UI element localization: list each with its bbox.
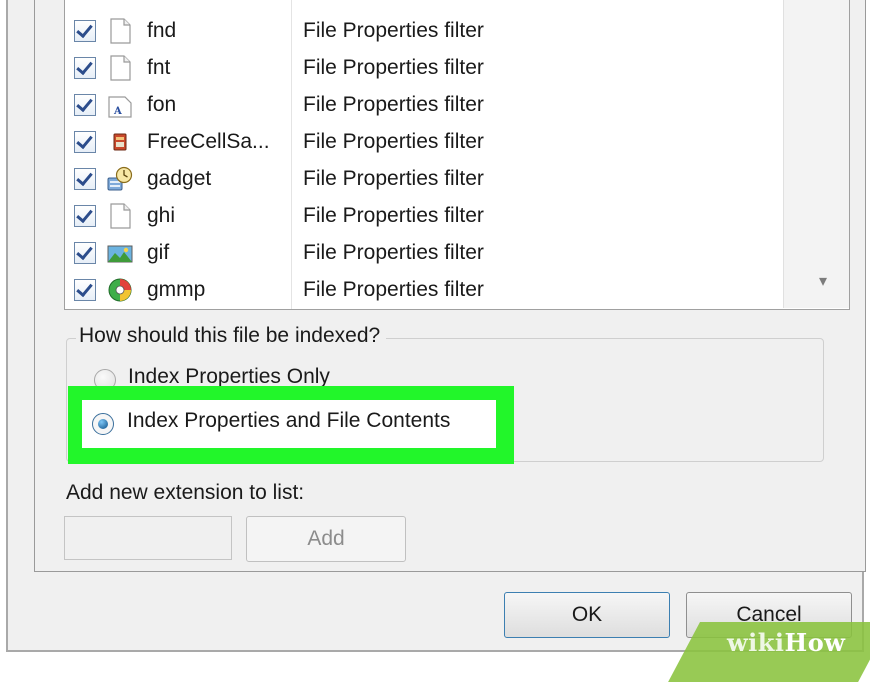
checkbox[interactable] xyxy=(74,57,96,79)
font-file-icon: A xyxy=(108,96,132,118)
watermark-part-1: wiki xyxy=(727,628,785,657)
svg-text:A: A xyxy=(113,106,122,117)
checkbox[interactable] xyxy=(74,205,96,227)
blank-file-icon xyxy=(110,18,131,44)
radio-properties-and-contents-label: Index Properties and File Contents xyxy=(127,409,451,432)
list-item[interactable]: FreeCellSa... File Properties filter xyxy=(65,123,785,160)
checkbox[interactable] xyxy=(74,242,96,264)
filter-label: File Properties filter xyxy=(303,19,484,42)
extension-label: FreeCellSa... xyxy=(147,130,270,153)
extension-label: ghi xyxy=(147,204,176,227)
filter-label: File Properties filter xyxy=(303,130,484,153)
checkbox[interactable] xyxy=(74,131,96,153)
list-item[interactable]: fnt File Properties filter xyxy=(65,49,785,86)
list-item[interactable]: gadget File Properties filter xyxy=(65,160,785,197)
filter-label: File Properties filter xyxy=(303,204,484,227)
ok-button[interactable]: OK xyxy=(504,592,670,638)
radio-properties-and-contents[interactable] xyxy=(92,413,114,435)
file-type-list[interactable]: ▾ fnd File Properties filter fnt File Pr… xyxy=(64,0,850,310)
extension-label: fon xyxy=(147,93,177,116)
filter-label: File Properties filter xyxy=(303,241,484,264)
extension-label: gadget xyxy=(147,167,212,190)
checkbox[interactable] xyxy=(74,94,96,116)
freecell-save-icon xyxy=(113,133,127,151)
blank-file-icon xyxy=(110,55,131,81)
list-item[interactable]: A fon File Properties filter xyxy=(65,86,785,123)
gif-image-icon xyxy=(107,245,133,263)
filter-label: File Properties filter xyxy=(303,167,484,190)
list-item[interactable]: fnd File Properties filter xyxy=(65,12,785,49)
add-button[interactable]: Add xyxy=(246,516,406,562)
wikihow-watermark: wikiHow xyxy=(727,628,845,657)
checkbox[interactable] xyxy=(74,279,96,301)
extension-label: fnd xyxy=(147,19,177,42)
add-extension-label: Add new extension to list: xyxy=(66,481,305,504)
watermark-part-2: How xyxy=(784,628,846,657)
checkbox[interactable] xyxy=(74,20,96,42)
filter-label: File Properties filter xyxy=(303,56,484,79)
extension-input[interactable] xyxy=(64,516,232,560)
extension-label: gmmp xyxy=(147,278,206,301)
extension-label: gif xyxy=(147,241,170,264)
filter-label: File Properties filter xyxy=(303,93,484,116)
vertical-scrollbar[interactable]: ▾ xyxy=(783,0,849,308)
checkbox[interactable] xyxy=(74,168,96,190)
scroll-down-arrow-icon[interactable]: ▾ xyxy=(819,274,827,290)
filter-label: File Properties filter xyxy=(303,278,484,301)
index-options-legend: How should this file be indexed? xyxy=(76,324,387,348)
gmmp-icon xyxy=(108,278,132,302)
blank-file-icon xyxy=(110,203,131,229)
list-item[interactable]: gmmp File Properties filter xyxy=(65,271,785,308)
extension-label: fnt xyxy=(147,56,171,79)
list-item[interactable]: gif File Properties filter xyxy=(65,234,785,271)
gadget-icon xyxy=(107,166,133,191)
list-item[interactable]: ghi File Properties filter xyxy=(65,197,785,234)
